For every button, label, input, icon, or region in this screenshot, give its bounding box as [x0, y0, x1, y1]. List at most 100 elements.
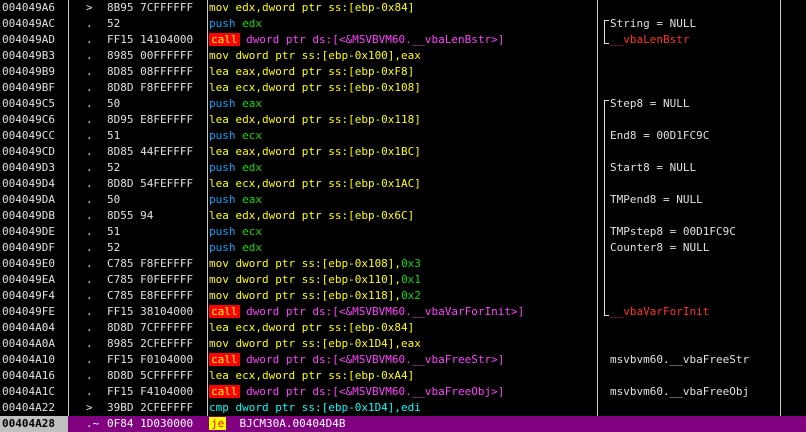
disassembly-row[interactable]: 004049C5. 50 push eax Step8 = NULL — [0, 96, 806, 112]
instruction-token: edx — [242, 241, 262, 254]
instruction-cell: push edx — [209, 160, 595, 176]
disassembly-row[interactable]: 004049DE. 51 push ecx TMPstep8 = 00D1FC9C — [0, 224, 806, 240]
instruction-token: lea edx,dword ptr ss:[ebp-0x118] — [209, 113, 421, 126]
disassembly-row[interactable]: 00404A10. FF15 F0104000 call dword ptr ds:… — [0, 352, 806, 368]
instruction-token: mov dword ptr ss:[ebp-0x110], — [209, 273, 402, 286]
disassembly-row[interactable]: 00404A28 .~ 0F84 1D030000 je BJCM30A.00404D… — [0, 416, 806, 432]
disassembly-row[interactable]: 004049D3. 52 push edx Start8 = NULL — [0, 160, 806, 176]
instruction-token: call — [209, 353, 240, 366]
disassembly-row[interactable]: 004049FE. FF15 38104000 call dword ptr ds:… — [0, 304, 806, 320]
instruction-token: call — [209, 305, 240, 318]
instruction-cell: push edx — [209, 16, 595, 32]
disassembly-row[interactable]: 004049DF. 52 push edx Counter8 = NULL — [0, 240, 806, 256]
address-cell: 004049E0 — [2, 257, 55, 270]
comment-cell — [610, 144, 806, 160]
flow-marker: . — [86, 385, 93, 398]
disassembly-row[interactable]: 00404A1C. FF15 F4104000 call dword ptr ds:… — [0, 384, 806, 400]
instruction-token: mov dword ptr ss:[ebp-0x100],eax — [209, 49, 421, 62]
disassembly-view: 004049A6 >8B95 7CFFFFFF mov edx,dword ptr … — [0, 0, 806, 432]
disassembly-row[interactable]: 004049DB. 8D55 94 lea edx,dword ptr ss:[eb… — [0, 208, 806, 224]
disassembly-row[interactable]: 00404A16. 8D8D 5CFFFFFF lea ecx,dword ptr … — [0, 368, 806, 384]
disassembly-row[interactable]: 004049BF. 8D8D F8FEFFFF lea ecx,dword ptr … — [0, 80, 806, 96]
instruction-token: lea ecx,dword ptr ss:[ebp-0x1AC] — [209, 177, 421, 190]
instruction-token: cmp dword ptr ss:[ebp-0x1D4],edi — [209, 401, 421, 414]
comment-cell: msvbvm60.__vbaFreeStr — [610, 353, 750, 366]
address-cell: 004049B9 — [2, 65, 55, 78]
instruction-cell: mov edx,dword ptr ss:[ebp-0x84] — [209, 0, 595, 16]
instruction-token: dword ptr ds:[<&MSVBVM60.__vbaFreeStr>] — [239, 353, 505, 366]
comment-cell — [610, 368, 806, 384]
disassembly-row[interactable]: 004049CD. 8D85 44FEFFFF lea eax,dword ptr … — [0, 144, 806, 160]
comment-cell: String = NULL — [610, 17, 697, 30]
address-cell: 004049EA — [2, 273, 55, 286]
address-cell: 004049C5 — [2, 97, 55, 110]
disassembly-row[interactable]: 004049EA. C785 F0FEFFFF mov dword ptr ss:[… — [0, 272, 806, 288]
flow-marker: . — [86, 193, 93, 206]
instruction-token: edx — [235, 1, 256, 14]
disassembly-row[interactable]: 004049D4. 8D8D 54FEFFFF lea ecx,dword ptr … — [0, 176, 806, 192]
instruction-token: BJCM30A.00404D4B — [226, 417, 346, 430]
hex-dump-cell: 50 — [107, 97, 121, 110]
hex-dump-cell: C785 E8FEFFFF — [107, 289, 194, 302]
disassembly-row[interactable]: 004049C6. 8D95 E8FEFFFF lea edx,dword ptr … — [0, 112, 806, 128]
flow-marker: > — [86, 401, 93, 414]
disassembly-row[interactable]: 004049B9. 8D85 08FFFFFF lea eax,dword ptr … — [0, 64, 806, 80]
disassembly-row[interactable]: 004049B3. 8985 00FFFFFF mov dword ptr ss:[… — [0, 48, 806, 64]
comment-cell: TMPend8 = NULL — [610, 193, 703, 206]
hex-dump-cell: 8985 00FFFFFF — [107, 49, 194, 62]
disassembly-row[interactable]: 004049DA. 50 push eax TMPend8 = NULL — [0, 192, 806, 208]
comment-cell: Start8 = NULL — [610, 161, 697, 174]
instruction-token: lea edx,dword ptr ss:[ebp-0x6C] — [209, 209, 415, 222]
disassembly-row[interactable]: 00404A22 >39BD 2CFEFFFF cmp dword ptr ss:[… — [0, 400, 806, 416]
comment-cell: __vbaVarForInit — [610, 305, 710, 318]
instruction-token: call — [209, 33, 240, 46]
hex-dump-cell: FF15 14104000 — [107, 33, 194, 46]
instruction-token: push — [209, 161, 243, 174]
hex-dump-cell: 52 — [107, 17, 121, 30]
flow-marker: . — [86, 33, 93, 46]
disassembly-row[interactable]: 004049AC. 52 push edx String = NULL — [0, 16, 806, 32]
comment-cell — [610, 416, 806, 432]
instruction-token: dword ptr ds:[<&MSVBVM60.__vbaVarForInit… — [239, 305, 525, 318]
instruction-cell: call dword ptr ds:[<&MSVBVM60.__vbaFreeS… — [209, 352, 595, 368]
instruction-token: dword ptr ds:[<&MSVBVM60.__vbaLenBstr>] — [239, 33, 505, 46]
comment-cell: msvbvm60.__vbaFreeObj — [610, 385, 750, 398]
flow-marker: . — [86, 257, 93, 270]
comment-cell: End8 = 00D1FC9C — [610, 129, 710, 142]
disassembly-row[interactable]: 00404A0A. 8985 2CFEFFFF mov dword ptr ss:[… — [0, 336, 806, 352]
address-cell: 004049DA — [2, 193, 55, 206]
comment-cell: Step8 = NULL — [610, 97, 690, 110]
address-cell: 004049DB — [2, 209, 55, 222]
comment-cell: Counter8 = NULL — [610, 241, 710, 254]
instruction-cell: call dword ptr ds:[<&MSVBVM60.__vbaVarFo… — [209, 304, 595, 320]
address-cell: 004049AD — [2, 33, 55, 46]
address-cell: 00404A1C — [2, 385, 55, 398]
disassembly-row[interactable]: 004049F4. C785 E8FEFFFF mov dword ptr ss:[… — [0, 288, 806, 304]
disassembly-row[interactable]: 004049AD. FF15 14104000 call dword ptr ds:… — [0, 32, 806, 48]
hex-dump-cell: 8D85 08FFFFFF — [107, 65, 194, 78]
comment-cell — [610, 336, 806, 352]
disassembly-row[interactable]: 004049A6 >8B95 7CFFFFFF mov edx,dword ptr … — [0, 0, 806, 16]
hex-dump-cell: 51 — [107, 225, 121, 238]
instruction-token: push — [209, 193, 243, 206]
disassembly-row[interactable]: 004049CC. 51 push ecx End8 = 00D1FC9C — [0, 128, 806, 144]
flow-marker: . — [86, 369, 93, 382]
instruction-cell: push eax — [209, 96, 595, 112]
address-cell: 004049DF — [2, 241, 55, 254]
flow-marker: . — [86, 225, 93, 238]
hex-dump-cell: 8D95 E8FEFFFF — [107, 113, 194, 126]
disassembly-row[interactable]: 004049E0. C785 F8FEFFFF mov dword ptr ss:[… — [0, 256, 806, 272]
instruction-cell: push ecx — [209, 128, 595, 144]
address-cell: 004049FE — [2, 305, 55, 318]
instruction-token: 0x2 — [401, 289, 421, 302]
instruction-token: lea ecx,dword ptr ss:[ebp-0xA4] — [209, 369, 415, 382]
instruction-token: 0x1 — [401, 273, 421, 286]
comment-cell — [610, 48, 806, 64]
disassembly-row[interactable]: 00404A04. 8D8D 7CFFFFFF lea ecx,dword ptr … — [0, 320, 806, 336]
instruction-cell: cmp dword ptr ss:[ebp-0x1D4],edi — [209, 400, 595, 416]
hex-dump-cell: 8D8D 5CFFFFFF — [107, 369, 194, 382]
instruction-token: mov dword ptr ss:[ebp-0x118], — [209, 289, 402, 302]
flow-marker: . — [86, 353, 93, 366]
flow-marker: . — [86, 337, 93, 350]
instruction-cell: mov dword ptr ss:[ebp-0x100],eax — [209, 48, 595, 64]
